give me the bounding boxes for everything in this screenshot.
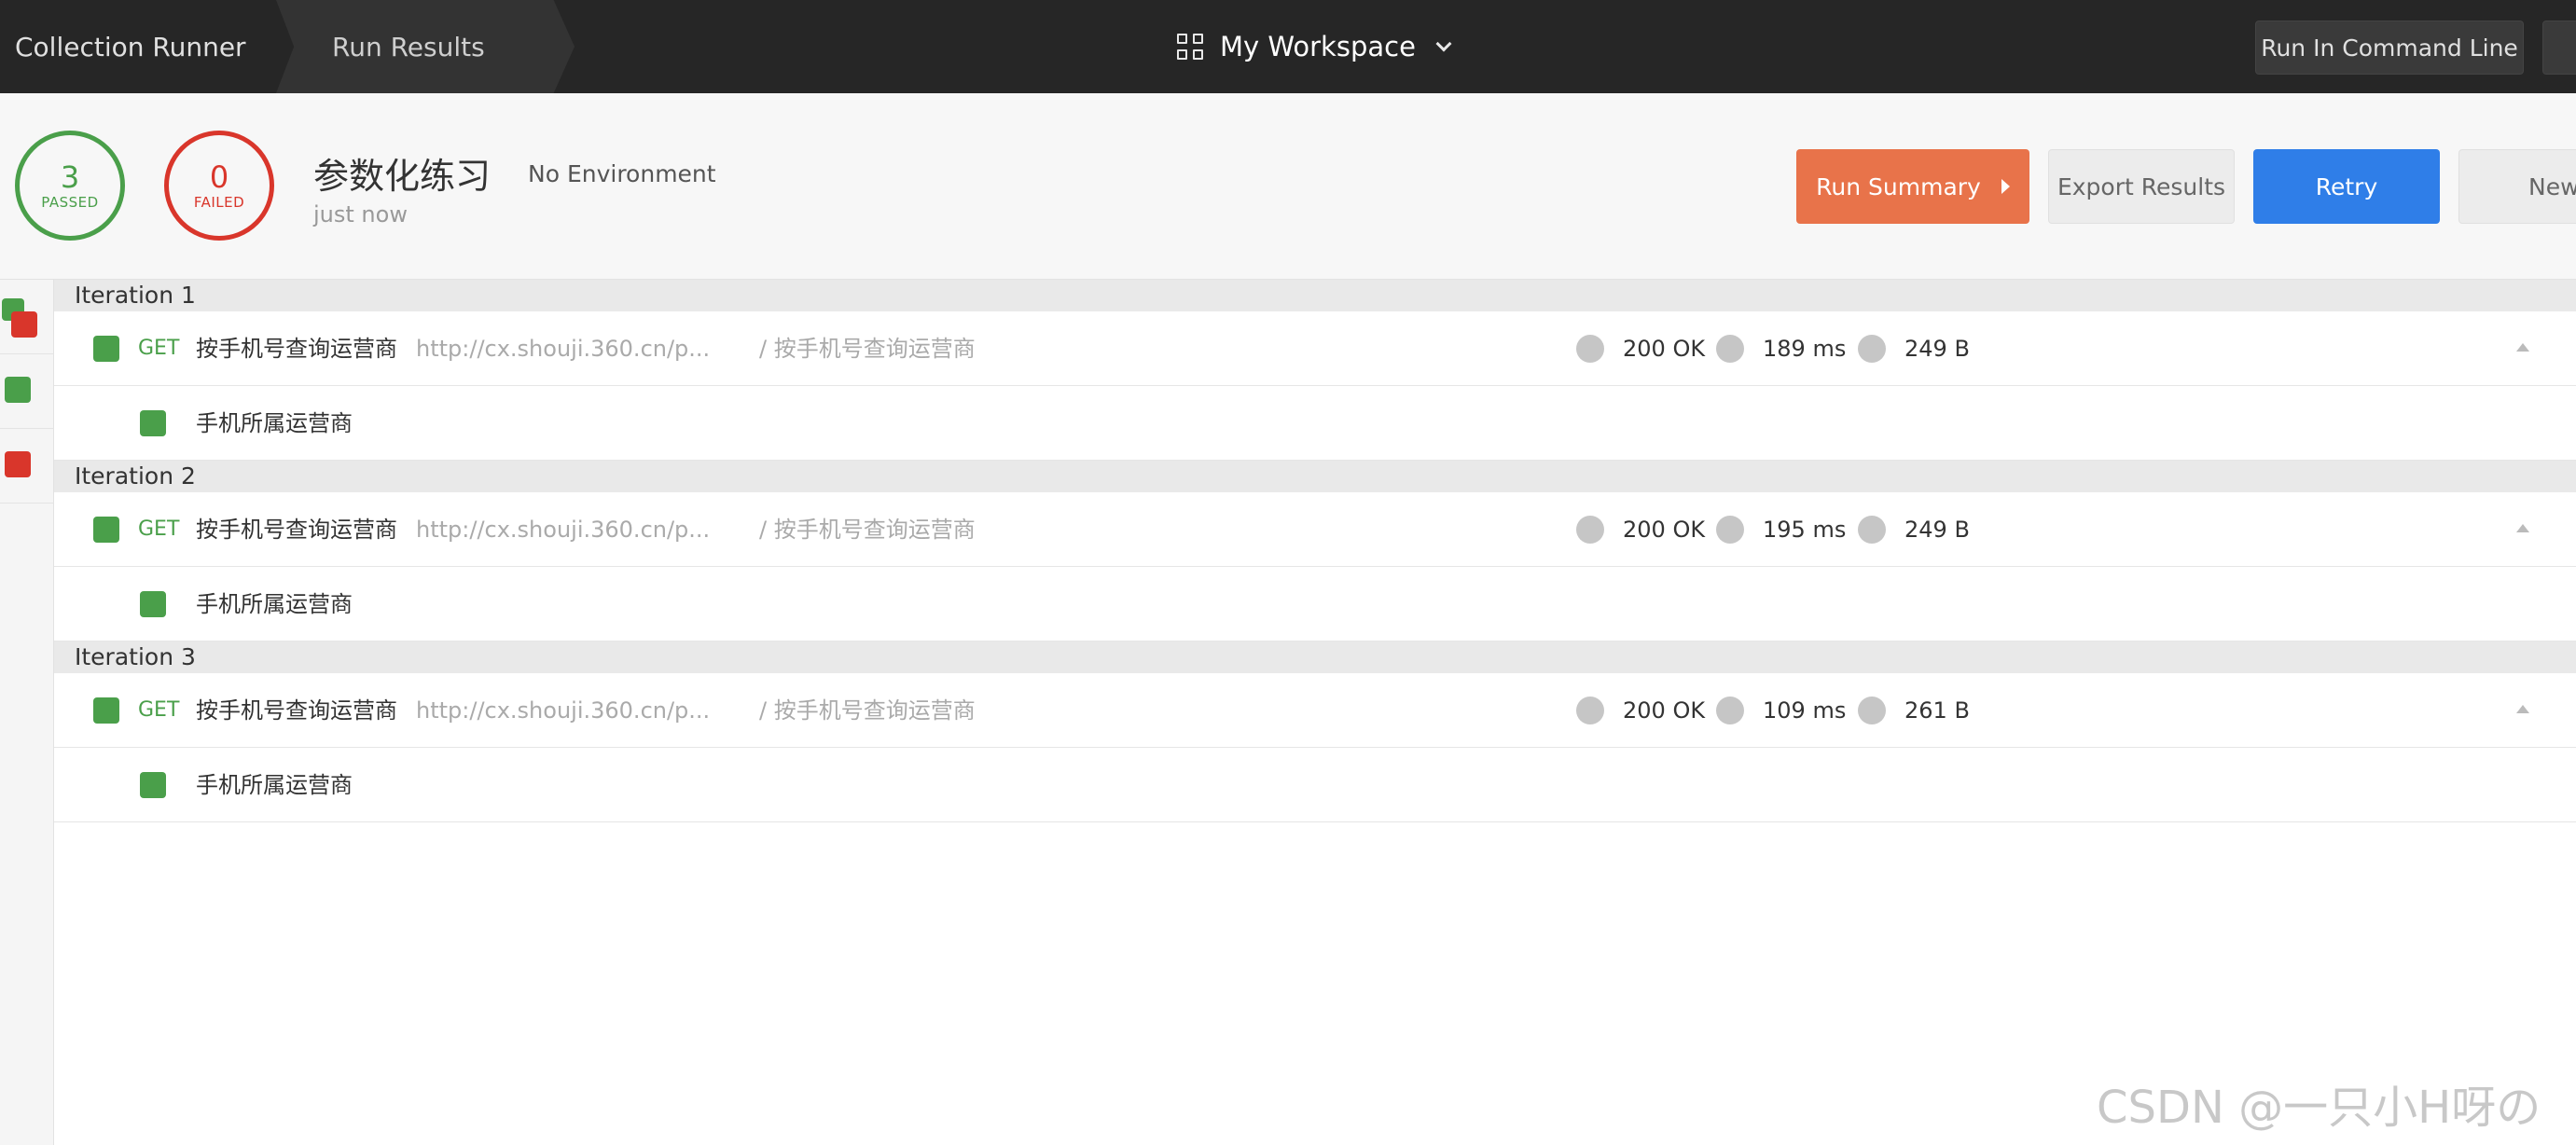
passed-square-icon: [5, 377, 31, 403]
request-pass-icon: [93, 697, 119, 724]
test-row: 手机所属运营商: [54, 567, 2576, 641]
run-in-command-line-button[interactable]: Run In Command Line: [2255, 21, 2524, 75]
request-pass-icon: [93, 517, 119, 543]
request-name: 按手机号查询运营商: [196, 517, 397, 543]
filter-passed[interactable]: [0, 354, 54, 429]
caret-right-icon: [2001, 179, 2010, 194]
size-dot-icon: [1858, 697, 1886, 724]
breadcrumb-collection-runner[interactable]: Collection Runner: [0, 0, 280, 93]
run-summary-label: Run Summary: [1816, 172, 1981, 200]
test-name: 手机所属运营商: [196, 591, 353, 617]
test-row: 手机所属运营商: [54, 386, 2576, 461]
test-pass-icon: [140, 591, 166, 617]
response-size: 249 B: [1904, 517, 1970, 543]
passed-count: 3: [60, 159, 80, 195]
test-name: 手机所属运营商: [196, 772, 353, 798]
run-time-ago: just now: [313, 201, 408, 228]
request-name: 按手机号查询运营商: [196, 697, 397, 724]
request-path: / 按手机号查询运营商: [759, 336, 976, 362]
test-name: 手机所属运营商: [196, 410, 353, 436]
request-path: / 按手机号查询运营商: [759, 697, 976, 724]
iteration-header: Iteration 3: [54, 641, 2576, 673]
passed-label: PASSED: [41, 194, 99, 211]
request-name: 按手机号查询运营商: [196, 336, 397, 362]
filter-failed[interactable]: [0, 429, 54, 504]
request-url: http://cx.shouji.360.cn/p...: [416, 336, 711, 362]
chevron-down-icon: [1435, 35, 1452, 52]
workspace-switcher[interactable]: My Workspace: [1177, 0, 1452, 93]
workspace-name: My Workspace: [1220, 31, 1416, 62]
response-size: 261 B: [1904, 697, 1970, 724]
result-filter-sidebar: [0, 280, 54, 1145]
time-dot-icon: [1716, 516, 1744, 544]
response-time: 189 ms: [1763, 336, 1847, 362]
failed-counter: 0 FAILED: [164, 131, 274, 241]
failed-label: FAILED: [193, 194, 245, 211]
iteration-header: Iteration 1: [54, 280, 2576, 311]
status-dot-icon: [1576, 335, 1604, 363]
collection-name: 参数化练习: [313, 156, 492, 197]
response-size: 249 B: [1904, 336, 1970, 362]
topbar-overflow-button[interactable]: [2542, 21, 2576, 75]
run-summary-header: 3 PASSED 0 FAILED 参数化练习 No Environment j…: [0, 93, 2576, 280]
collapse-icon[interactable]: [2516, 343, 2529, 352]
request-method: GET: [138, 698, 180, 722]
run-summary-button[interactable]: Run Summary: [1796, 149, 2029, 224]
new-button[interactable]: New: [2458, 149, 2576, 224]
environment-name: No Environment: [528, 160, 716, 187]
response-status: 200 OK: [1623, 517, 1706, 543]
request-pass-icon: [93, 336, 119, 362]
request-path: / 按手机号查询运营商: [759, 517, 976, 543]
filter-all[interactable]: [0, 280, 54, 354]
all-failed-square-icon: [11, 311, 37, 338]
time-dot-icon: [1716, 697, 1744, 724]
response-status: 200 OK: [1623, 336, 1706, 362]
export-results-button[interactable]: Export Results: [2048, 149, 2235, 224]
test-pass-icon: [140, 772, 166, 798]
passed-counter: 3 PASSED: [15, 131, 125, 241]
status-dot-icon: [1576, 697, 1604, 724]
iteration-header: Iteration 2: [54, 461, 2576, 492]
response-time: 195 ms: [1763, 517, 1847, 543]
test-row: 手机所属运营商: [54, 748, 2576, 822]
request-method: GET: [138, 337, 180, 360]
status-dot-icon: [1576, 516, 1604, 544]
workspace-grid-icon: [1177, 34, 1203, 60]
request-row[interactable]: GET 按手机号查询运营商 http://cx.shouji.360.cn/p.…: [54, 311, 2576, 386]
collapse-icon[interactable]: [2516, 524, 2529, 532]
test-pass-icon: [140, 410, 166, 436]
failed-count: 0: [209, 159, 229, 195]
request-url: http://cx.shouji.360.cn/p...: [416, 697, 711, 724]
top-bar: Collection Runner Run Results My Workspa…: [0, 0, 2576, 93]
request-url: http://cx.shouji.360.cn/p...: [416, 517, 711, 543]
breadcrumb-run-results[interactable]: Run Results: [276, 0, 575, 93]
retry-button[interactable]: Retry: [2253, 149, 2440, 224]
request-row[interactable]: GET 按手机号查询运营商 http://cx.shouji.360.cn/p.…: [54, 492, 2576, 567]
response-time: 109 ms: [1763, 697, 1847, 724]
size-dot-icon: [1858, 335, 1886, 363]
results-list: Iteration 1 GET 按手机号查询运营商 http://cx.shou…: [54, 280, 2576, 1145]
response-status: 200 OK: [1623, 697, 1706, 724]
watermark: CSDN @一只小H呀の: [2097, 1082, 2541, 1134]
size-dot-icon: [1858, 516, 1886, 544]
time-dot-icon: [1716, 335, 1744, 363]
failed-square-icon: [5, 451, 31, 477]
request-method: GET: [138, 517, 180, 541]
collapse-icon[interactable]: [2516, 705, 2529, 713]
request-row[interactable]: GET 按手机号查询运营商 http://cx.shouji.360.cn/p.…: [54, 673, 2576, 748]
